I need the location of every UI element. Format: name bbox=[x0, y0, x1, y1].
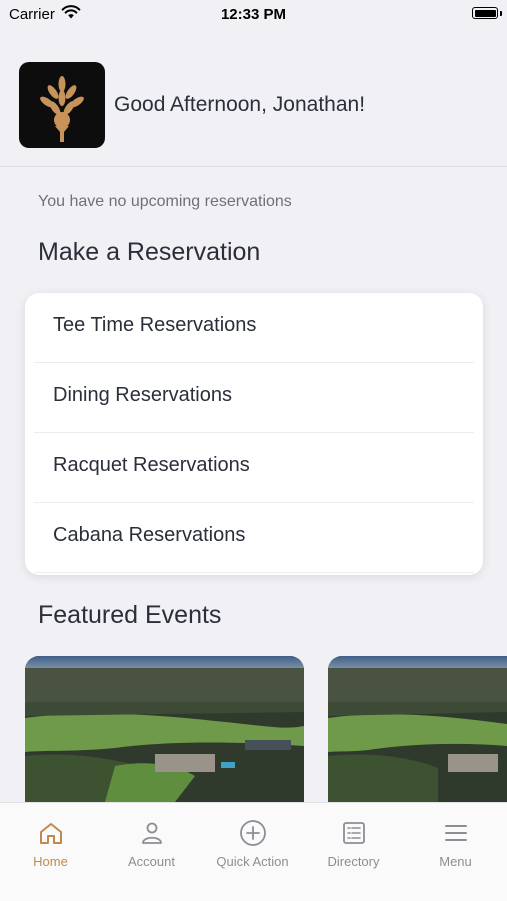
status-bar: Carrier 12:33 PM bbox=[0, 0, 507, 30]
featured-events-title: Featured Events bbox=[38, 601, 222, 629]
status-time: 12:33 PM bbox=[220, 6, 287, 23]
header-divider bbox=[0, 166, 507, 167]
racquet-reservations-item[interactable]: Racquet Reservations bbox=[25, 433, 483, 503]
reservation-item-label: Tee Time Reservations bbox=[53, 314, 257, 336]
make-reservation-title: Make a Reservation bbox=[38, 238, 261, 266]
reservation-options-card: Tee Time Reservations Dining Reservation… bbox=[25, 293, 483, 575]
no-reservations-message: You have no upcoming reservations bbox=[38, 193, 292, 210]
featured-event-card[interactable] bbox=[328, 656, 507, 802]
tab-label: Home bbox=[33, 854, 68, 869]
tab-label: Menu bbox=[439, 854, 472, 869]
tab-menu[interactable]: Menu bbox=[404, 803, 507, 873]
dining-reservations-item[interactable]: Dining Reservations bbox=[25, 363, 483, 433]
list-icon bbox=[342, 822, 365, 844]
tab-label: Quick Action bbox=[216, 854, 289, 869]
tab-account[interactable]: Account bbox=[101, 803, 202, 873]
tee-time-reservations-item[interactable]: Tee Time Reservations bbox=[25, 293, 483, 363]
tab-quick-action[interactable]: Quick Action bbox=[202, 803, 303, 873]
tab-directory[interactable]: Directory bbox=[303, 803, 404, 873]
menu-icon bbox=[444, 825, 467, 841]
event-aerial-image bbox=[25, 656, 304, 802]
home-icon bbox=[39, 823, 62, 844]
tab-home[interactable]: Home bbox=[0, 803, 101, 873]
reservation-item-label: Cabana Reservations bbox=[53, 524, 246, 546]
reservation-item-label: Racquet Reservations bbox=[53, 454, 250, 476]
reservation-item-label: Dining Reservations bbox=[53, 384, 232, 406]
plus-circle-icon bbox=[239, 820, 266, 846]
person-icon bbox=[141, 822, 162, 844]
event-aerial-image bbox=[328, 656, 507, 802]
club-logo-icon[interactable] bbox=[19, 62, 105, 148]
separator bbox=[34, 572, 474, 573]
battery-tip bbox=[500, 11, 502, 16]
tab-bar: Home Account Quick Action Directory Menu bbox=[0, 802, 507, 901]
cabana-reservations-item[interactable]: Cabana Reservations bbox=[25, 503, 483, 573]
greeting-text: Good Afternoon, Jonathan! bbox=[114, 93, 366, 116]
tab-label: Account bbox=[128, 854, 175, 869]
tab-label: Directory bbox=[327, 854, 380, 869]
header: Good Afternoon, Jonathan! bbox=[19, 62, 507, 148]
featured-event-card[interactable] bbox=[25, 656, 304, 802]
battery-icon bbox=[472, 7, 498, 19]
